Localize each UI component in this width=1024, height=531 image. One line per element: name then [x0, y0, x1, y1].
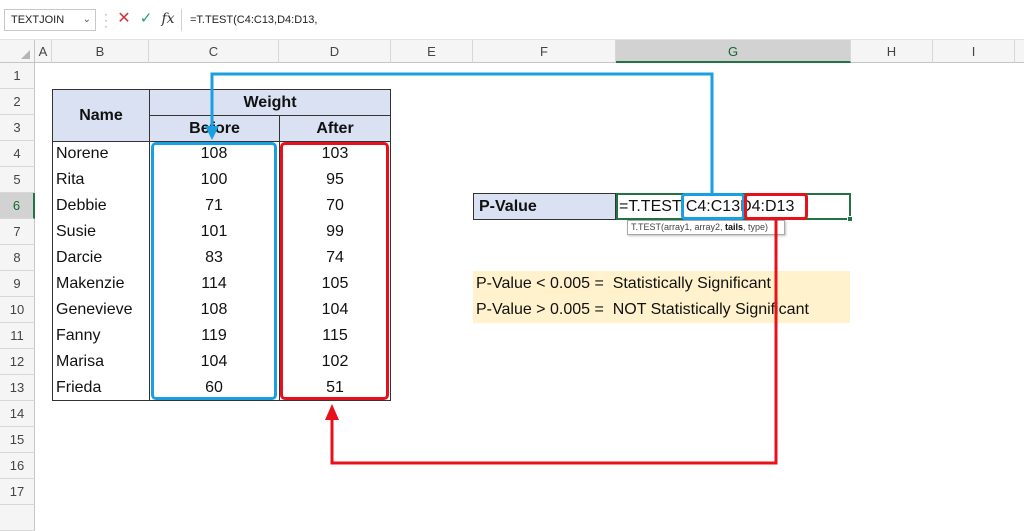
red-arrowhead-icon	[325, 404, 339, 420]
arrow-overlay	[205, 72, 778, 465]
red-arrow-line	[330, 220, 778, 465]
blue-arrowhead-icon	[205, 126, 219, 140]
blue-arrow-line	[210, 72, 714, 193]
